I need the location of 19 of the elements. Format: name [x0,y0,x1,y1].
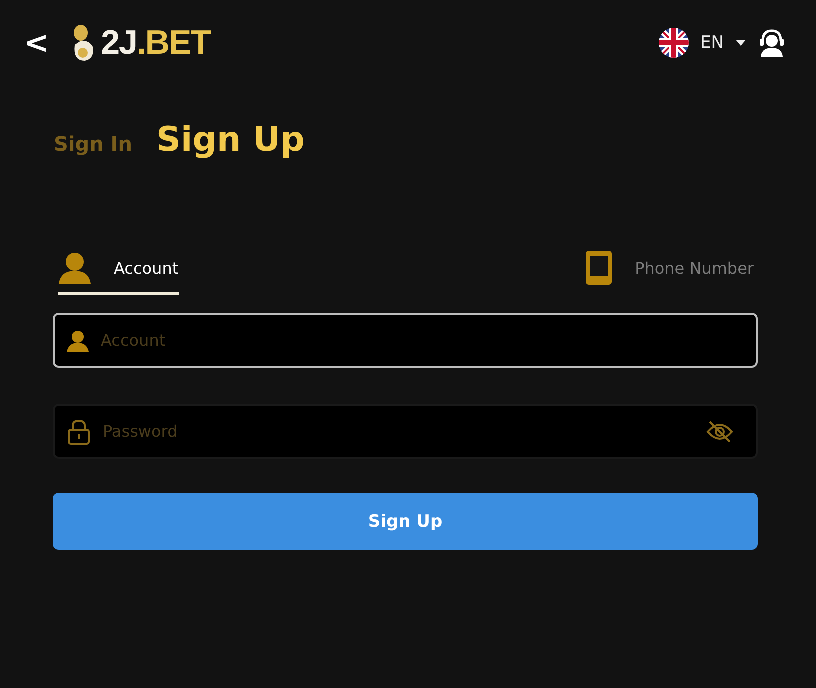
method-tab[interactable]: Phone Number [585,250,754,295]
lock-icon [67,418,91,444]
back-button[interactable]: < [24,26,50,60]
user-icon [67,330,89,352]
method-tab[interactable]: Account [58,250,179,295]
language-selector[interactable]: EN [700,33,724,53]
auth-tab[interactable]: Sign Up [156,120,305,160]
user-icon [58,252,92,284]
flag-icon[interactable] [658,28,689,58]
text-input[interactable]: Password [101,406,696,457]
caret-icon[interactable] [736,40,746,46]
logo-text: 2J [101,24,137,62]
eye-off-icon[interactable] [706,420,734,444]
input-field[interactable]: Password [53,404,758,459]
text-input[interactable]: Account [99,315,734,366]
input-field[interactable]: Account [53,313,758,368]
logo-text: .BET [136,24,210,62]
phone-icon [585,250,614,286]
headset-icon[interactable] [758,28,786,58]
